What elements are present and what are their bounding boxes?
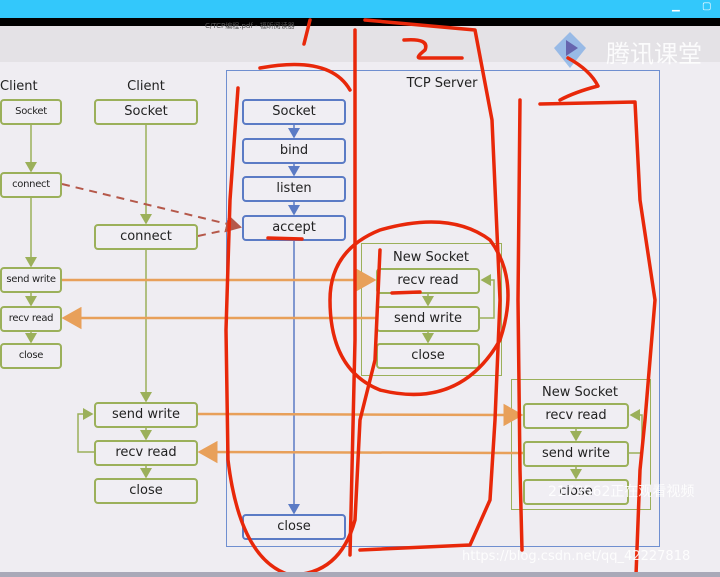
- url-watermark: https://blog.csdn.net/qq_42227818: [462, 549, 691, 564]
- bottom-bar: [0, 572, 720, 577]
- viewer-watermark: 2173562正在观看视频: [548, 484, 695, 500]
